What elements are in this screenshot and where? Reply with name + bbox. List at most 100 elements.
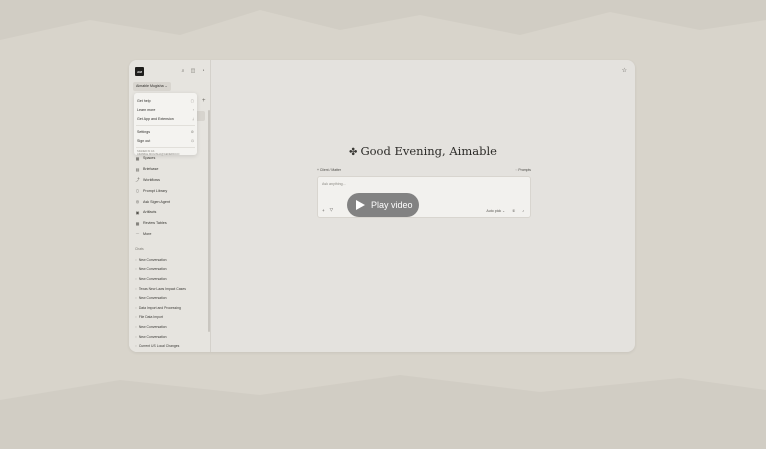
chat-bubble-icon: ○ <box>135 334 137 339</box>
star-icon[interactable]: ☆ <box>622 67 627 74</box>
chevron-right-icon: › <box>192 108 194 113</box>
chat-bubble-icon: ○ <box>135 276 137 281</box>
more-icon: ⋯ <box>135 231 140 237</box>
chat-bubble-icon: ○ <box>135 296 137 301</box>
chat-title: File Data Import <box>138 315 163 320</box>
menu-item-settings[interactable]: Settings ⚙ <box>134 127 197 136</box>
sidebar-item-label: Prompt Library <box>143 188 168 193</box>
chat-list: ○ New Conversation ○ New Conversation ○ New… <box>135 255 203 351</box>
sign-out-icon: ⏻ <box>191 139 194 144</box>
account-menu-button[interactable]: Aimable Mugisha ⌄ <box>133 82 171 91</box>
help-icon: ▢ <box>190 98 194 103</box>
menu-item-get-help[interactable]: Get help ▢ <box>134 96 197 105</box>
new-chat-button[interactable]: + <box>202 98 206 104</box>
app-window: AM ⌕ ◫ ◔ Aimable Mugisha ⌄ + ▦ Spaces ▤ Br… <box>129 60 635 352</box>
chat-bubble-icon: ○ <box>135 324 137 329</box>
sidebar-item-workflows[interactable]: ⤴ Workflows <box>135 175 205 186</box>
sidebar-scrollbar[interactable] <box>208 110 210 332</box>
sidebar-item-briefcase[interactable]: ▤ Briefcase <box>135 164 205 175</box>
chats-heading: Chats <box>135 247 144 251</box>
menu-item-get-app[interactable]: Get App and Extension ⤓ <box>134 115 197 124</box>
chat-title: New Conversation <box>138 324 167 329</box>
composer-right-tools: Auto pick ⌄ ✆ ♪ <box>486 209 524 213</box>
sidebar-item-artifacts[interactable]: ▣ Artifacts <box>135 207 205 218</box>
chat-bubble-icon: ○ <box>135 257 137 262</box>
sidebar-top-icons: ⌕ ◫ ◔ <box>180 68 206 74</box>
sidebar: AM ⌕ ◫ ◔ Aimable Mugisha ⌄ + ▦ Spaces ▤ Br… <box>129 60 211 352</box>
table-icon: ▦ <box>135 220 140 226</box>
chat-title: Current US Local Changes <box>138 344 180 349</box>
ask-input[interactable]: Ask anything... <box>322 182 346 186</box>
play-video-label: Play video <box>371 200 413 210</box>
sidebar-item-label: More <box>143 231 152 236</box>
menu-item-label: Sign out <box>137 139 151 144</box>
chat-title: New Conversation <box>138 267 167 272</box>
chat-bubble-icon: ○ <box>135 315 137 320</box>
download-icon: ⤓ <box>192 117 194 122</box>
artifact-icon: ▣ <box>135 209 140 215</box>
chat-title: New Conversation <box>138 296 167 301</box>
chat-item[interactable]: ○ New Conversation <box>135 255 203 265</box>
client-matter-button[interactable]: + Client / Matter <box>317 168 341 172</box>
sidebar-item-prompt-library[interactable]: ▯ Prompt Library <box>135 185 205 196</box>
chat-item[interactable]: ○ File Data Import <box>135 313 203 323</box>
chat-item[interactable]: ○ New Conversation <box>135 322 203 332</box>
sidebar-item-agent[interactable]: ◎ Ask Sigen Agent <box>135 196 205 207</box>
panel-toggle-icon[interactable]: ◫ <box>190 68 196 74</box>
chevron-down-icon: ⌄ <box>164 84 168 88</box>
chat-item[interactable]: ○ New Conversation <box>135 274 203 284</box>
chat-bubble-icon: ○ <box>135 286 137 291</box>
sidebar-item-label: Artifacts <box>143 210 157 215</box>
sidebar-item-label: Briefcase <box>143 167 159 172</box>
sidebar-item-label: Workflows <box>143 177 160 182</box>
search-icon[interactable]: ⌕ <box>180 68 186 74</box>
chat-title: New Conversation <box>138 334 167 339</box>
chat-item[interactable]: ○ Current US Local Changes <box>135 341 203 351</box>
chat-title: Texas New Laws Impact Cases <box>138 286 186 291</box>
chat-item[interactable]: ○ Data Import and Processing <box>135 303 203 313</box>
sidebar-item-label: Review Tables <box>143 221 167 226</box>
greeting-text: Good Evening, Aimable <box>360 144 497 158</box>
prompts-button[interactable]: ◌ Prompts <box>515 168 531 172</box>
chat-item[interactable]: ○ New Conversation <box>135 265 203 275</box>
menu-item-label: Learn more <box>137 108 156 113</box>
chat-bubble-icon: ○ <box>135 267 137 272</box>
sidebar-nav: ▦ Spaces ▤ Briefcase ⤴ Workflows ▯ Prompt Li… <box>135 153 205 239</box>
menu-item-label: Get help <box>137 98 151 103</box>
greeting-heading: ✤ Good Evening, Aimable <box>211 144 635 158</box>
account-dropdown-menu: Get help ▢ Learn more › Get App and Extens… <box>134 93 197 157</box>
sidebar-item-review-tables[interactable]: ▦ Review Tables <box>135 218 205 229</box>
user-avatar[interactable]: AM <box>135 67 144 76</box>
menu-divider <box>136 125 195 127</box>
play-icon <box>356 200 365 210</box>
signed-in-footer: SIGNED IN AS AIMABLE.MUGISHA@GENERICCO <box>137 149 180 157</box>
book-icon: ▯ <box>136 188 139 194</box>
chat-item[interactable]: ○ New Conversation <box>135 332 203 342</box>
main-panel: ☆ ✤ Good Evening, Aimable + Client / Matt… <box>211 60 635 352</box>
add-icon[interactable]: + <box>322 208 325 213</box>
model-select[interactable]: Auto pick ⌄ <box>486 209 505 213</box>
filter-icon[interactable]: ▽ <box>330 207 333 213</box>
chat-item[interactable]: ○ Texas New Laws Impact Cases <box>135 284 203 294</box>
workflow-icon: ⤴ <box>135 176 140 182</box>
play-video-button[interactable]: Play video <box>347 193 419 217</box>
menu-item-label: Settings <box>137 129 150 134</box>
chat-title: Data Import and Processing <box>138 305 181 310</box>
sidebar-item-more[interactable]: ⋯ More <box>135 229 205 240</box>
chat-item[interactable]: ○ New Conversation <box>135 293 203 303</box>
mic-icon[interactable]: ♪ <box>522 209 524 213</box>
brand-logo-icon: ✤ <box>349 147 358 158</box>
menu-item-label: Get App and Extension <box>137 117 174 122</box>
menu-divider <box>136 146 195 148</box>
menu-item-learn-more[interactable]: Learn more › <box>134 105 197 114</box>
composer-left-tools: + ▽ <box>322 207 333 213</box>
voice-icon[interactable]: ✆ <box>512 209 515 213</box>
account-name: Aimable Mugisha <box>136 84 164 88</box>
chat-title: New Conversation <box>138 257 167 262</box>
bell-icon[interactable]: ◔ <box>200 68 206 74</box>
menu-item-sign-out[interactable]: Sign out ⏻ <box>134 137 197 146</box>
gear-icon: ⚙ <box>190 129 194 134</box>
chat-bubble-icon: ○ <box>135 344 137 349</box>
prompts-label: Prompts <box>518 168 531 172</box>
chat-bubble-icon: ○ <box>135 305 137 310</box>
